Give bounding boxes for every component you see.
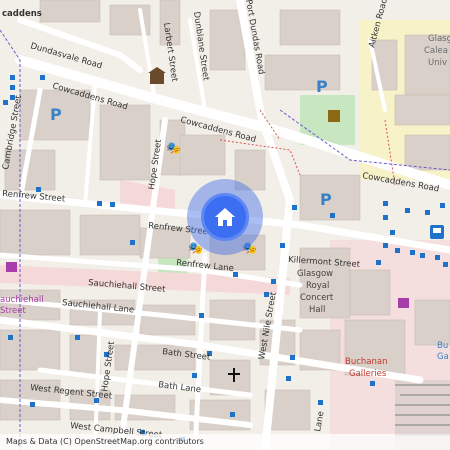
landmark-icon[interactable] bbox=[328, 110, 340, 122]
place-label-concert-1: Glasgow bbox=[297, 269, 333, 279]
parking-icon[interactable]: P bbox=[320, 190, 332, 209]
place-label-university-2: Calea bbox=[424, 46, 448, 56]
place-label-sauchiehall-2: Street bbox=[0, 306, 26, 316]
parking-icon[interactable]: P bbox=[50, 105, 62, 124]
place-label-buchanan-1: Buchanan bbox=[345, 357, 387, 367]
svg-text:P: P bbox=[50, 105, 62, 124]
place-label-university-3: Univ bbox=[428, 58, 447, 68]
place-label-concert-4: Hall bbox=[309, 305, 325, 315]
place-label-station-1: Bu bbox=[437, 341, 448, 351]
map-attribution[interactable]: Maps & Data (C) OpenStreetMap.org contri… bbox=[0, 434, 450, 450]
home-location-marker[interactable] bbox=[187, 179, 263, 255]
place-label-concert-2: Royal bbox=[306, 281, 329, 291]
shopping-bag-icon[interactable] bbox=[398, 298, 409, 308]
theatre-icon[interactable]: 🎭 bbox=[166, 141, 181, 155]
home-icon bbox=[201, 193, 249, 241]
map-view[interactable]: P P P 🎭 🎭 🎭 caddens Dundasvale Road Cowc… bbox=[0, 0, 450, 450]
bus-icon[interactable] bbox=[430, 225, 444, 239]
place-label-university-1: Glasg bbox=[428, 34, 450, 44]
svg-text:P: P bbox=[316, 77, 328, 96]
place-label-sauchiehall-1: auchiehall bbox=[0, 295, 44, 305]
svg-text:P: P bbox=[320, 190, 332, 209]
place-label-station-2: Ga bbox=[437, 352, 449, 362]
parking-icon[interactable]: P bbox=[316, 77, 328, 96]
place-label-concert-3: Concert bbox=[300, 293, 334, 303]
street-label: caddens bbox=[2, 9, 42, 19]
place-label-buchanan-2: Galleries bbox=[349, 369, 387, 379]
svg-text:🎭: 🎭 bbox=[166, 141, 181, 155]
shopping-bag-icon[interactable] bbox=[6, 262, 17, 272]
